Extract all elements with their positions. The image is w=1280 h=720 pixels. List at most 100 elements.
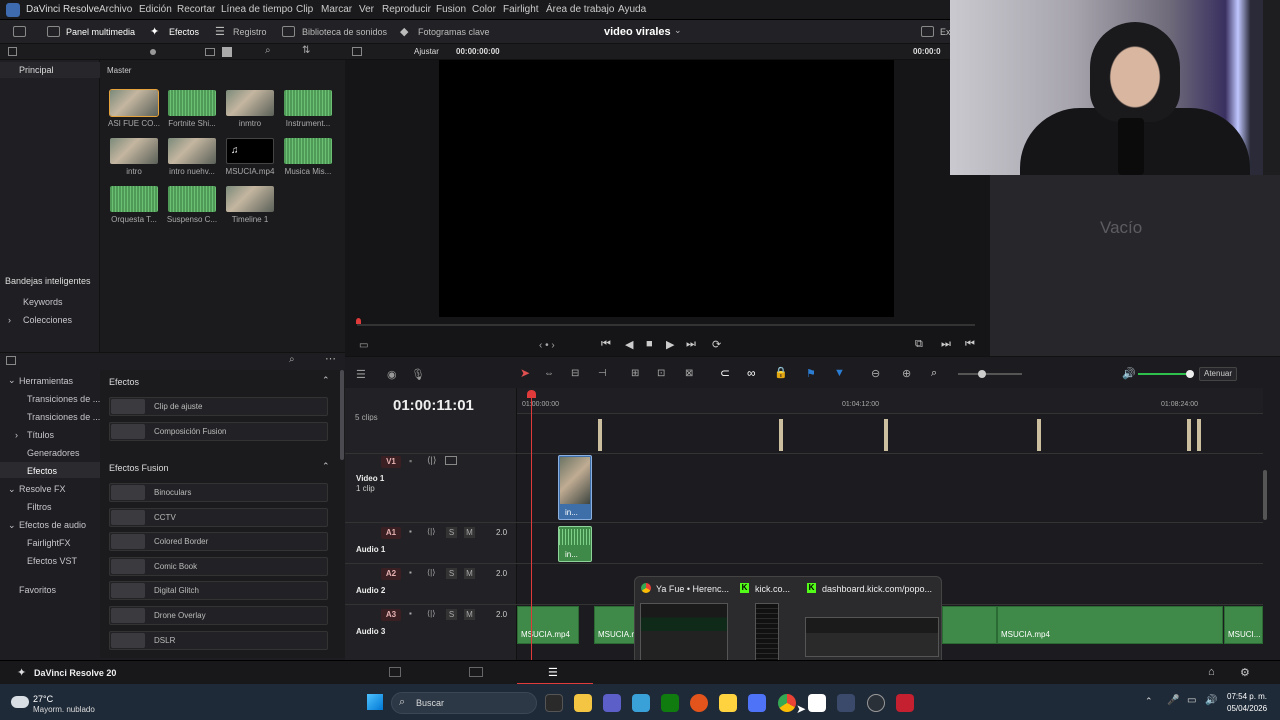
menu-archivo[interactable]: Archivo <box>99 4 132 15</box>
menu-recortar[interactable]: Recortar <box>177 4 215 15</box>
viewer-mode-icon[interactable] <box>352 47 362 56</box>
effects-button[interactable]: Efectos <box>169 27 199 37</box>
clip-thumbnail[interactable] <box>109 89 159 117</box>
microphone-icon[interactable]: 🎤 <box>1167 695 1179 706</box>
marker-icon[interactable]: ▼ <box>834 367 845 379</box>
jog-icon[interactable]: ‹ • › <box>539 340 555 351</box>
capcut-icon[interactable] <box>808 694 826 712</box>
lock-icon[interactable]: ▪ <box>409 568 412 577</box>
timeline-marker[interactable] <box>1197 419 1201 451</box>
smart-bin-keywords[interactable]: Keywords <box>23 297 63 307</box>
chevron-right-icon[interactable]: › <box>15 430 18 440</box>
chevron-down-icon[interactable]: ⌄ <box>8 375 16 386</box>
weather-temp[interactable]: 27°C <box>33 694 53 704</box>
menu-reproducir[interactable]: Reproducir <box>382 4 431 15</box>
dynamic-trim-icon[interactable]: ⊟ <box>571 368 579 379</box>
tree-herramientas[interactable]: Herramientas <box>19 376 73 386</box>
media-pool-button[interactable]: Panel multimedia <box>66 27 135 37</box>
solo-button[interactable]: S <box>446 609 457 620</box>
solo-button[interactable]: S <box>446 527 457 538</box>
export-icon[interactable] <box>921 26 934 37</box>
lock-icon[interactable]: ▪ <box>409 609 412 618</box>
v1-clip[interactable]: in... <box>558 455 592 520</box>
tree-fairlightfx[interactable]: FairlightFX <box>27 538 71 548</box>
effect-item[interactable]: Drone Overlay <box>109 606 328 625</box>
prev-clip-icon[interactable]: ⏮ <box>965 338 975 351</box>
auto-select-icon[interactable]: ⟨|⟩ <box>427 527 435 536</box>
auto-select-icon[interactable]: ⟨|⟩ <box>427 455 436 466</box>
app-icon[interactable] <box>867 694 885 712</box>
menu-area-de-trabajo[interactable]: Área de trabajo <box>546 4 614 15</box>
panel-toggle-icon[interactable] <box>6 356 16 365</box>
preview-thumbnail-3[interactable] <box>805 617 939 657</box>
tree-efectos-vst[interactable]: Efectos VST <box>27 556 77 566</box>
effects-scrollbar[interactable] <box>340 370 344 460</box>
skip-start-icon[interactable]: ⏮ <box>601 338 611 351</box>
network-icon[interactable]: ▭ <box>1187 695 1196 706</box>
auto-select-icon[interactable]: ⟨|⟩ <box>427 609 435 618</box>
zoom-custom-icon[interactable]: ⌕ <box>931 367 937 380</box>
track-tag-v1[interactable]: V1 <box>381 456 401 468</box>
cut-page-icon[interactable] <box>469 667 483 677</box>
track-tag-a3[interactable]: A3 <box>381 609 401 621</box>
effect-item[interactable]: Digital Glitch <box>109 581 328 601</box>
tree-transiciones-video[interactable]: Transiciones de ... <box>27 394 100 404</box>
playhead-handle[interactable] <box>527 390 536 398</box>
track-tag-a1[interactable]: A1 <box>381 527 401 539</box>
davinci-resolve-icon[interactable] <box>837 694 855 712</box>
more-options-icon[interactable]: ⋯ <box>325 352 336 365</box>
timeline-playhead[interactable] <box>531 390 532 660</box>
effect-item[interactable]: DSLR <box>109 630 328 650</box>
file-explorer-icon[interactable] <box>574 694 592 712</box>
zoom-detail-icon[interactable]: ⊕ <box>902 367 911 380</box>
track-tag-a2[interactable]: A2 <box>381 568 401 580</box>
effect-item[interactable]: Composición Fusion <box>109 421 328 441</box>
viewer-options-icon[interactable]: ▭ <box>359 340 368 351</box>
mute-track-button[interactable]: M <box>464 609 475 620</box>
mute-track-button[interactable]: M <box>464 527 475 538</box>
clip-thumbnail[interactable] <box>284 138 332 164</box>
linked-selection-icon[interactable]: ∞ <box>747 366 756 380</box>
photos-icon[interactable] <box>632 694 650 712</box>
mute-button[interactable]: Atenuar <box>1199 367 1237 381</box>
sound-library-button[interactable]: Biblioteca de sonidos <box>302 27 387 37</box>
clock-time[interactable]: 07:54 p. m. <box>1227 692 1267 701</box>
panel-toggle-icon[interactable] <box>8 47 17 56</box>
skip-end-icon[interactable]: ⏭ <box>686 338 696 351</box>
thumb-size-slider[interactable] <box>150 49 156 55</box>
solo-button[interactable]: S <box>446 568 457 579</box>
list-view-icon[interactable] <box>205 48 215 56</box>
view-icon[interactable]: ◉ <box>387 368 397 381</box>
weather-desc[interactable]: Mayorm. nublado <box>33 705 95 714</box>
effect-item[interactable]: Colored Border <box>109 532 328 552</box>
viewer-playhead[interactable] <box>356 318 361 324</box>
tree-generadores[interactable]: Generadores <box>27 448 80 458</box>
search-box[interactable]: ⌕ Buscar <box>391 692 537 714</box>
a3-clip[interactable] <box>942 606 997 644</box>
menu-clip[interactable]: Clip <box>296 4 313 15</box>
sort-icon[interactable]: ⇅ <box>302 45 310 56</box>
blade-tool-icon[interactable]: ⊣ <box>598 368 607 379</box>
clock-date[interactable]: 05/04/2026 <box>1227 704 1267 713</box>
stop-icon[interactable]: ■ <box>646 338 653 350</box>
auto-select-icon[interactable]: ⟨|⟩ <box>427 568 435 577</box>
a3-clip[interactable]: MSUCIA.mp4 <box>997 606 1223 644</box>
volume-slider-knob[interactable] <box>1186 370 1194 378</box>
menu-marcar[interactable]: Marcar <box>321 4 352 15</box>
teams-icon[interactable] <box>603 694 621 712</box>
loop-icon[interactable]: ⟳ <box>712 338 721 351</box>
menu-fusion[interactable]: Fusion <box>436 4 466 15</box>
flag-icon[interactable]: ⚑ <box>806 367 816 380</box>
clip-thumbnail[interactable] <box>110 138 158 164</box>
effect-item[interactable]: Comic Book <box>109 556 328 576</box>
fit-dropdown[interactable]: Ajustar <box>414 47 439 56</box>
zoom-full-icon[interactable]: ⊖ <box>871 367 880 380</box>
menu-ayuda[interactable]: Ayuda <box>618 4 646 15</box>
clip-thumbnail[interactable]: ♫ <box>226 138 274 164</box>
home-icon[interactable]: ⌂ <box>1208 666 1215 678</box>
a3-clip[interactable]: MSUCIA.m <box>594 606 638 644</box>
trim-tool-icon[interactable]: ⇔ <box>544 368 554 379</box>
clip-thumbnail[interactable] <box>168 90 216 116</box>
timeline-marker[interactable] <box>779 419 783 451</box>
tree-efectos[interactable]: Efectos <box>27 466 57 476</box>
